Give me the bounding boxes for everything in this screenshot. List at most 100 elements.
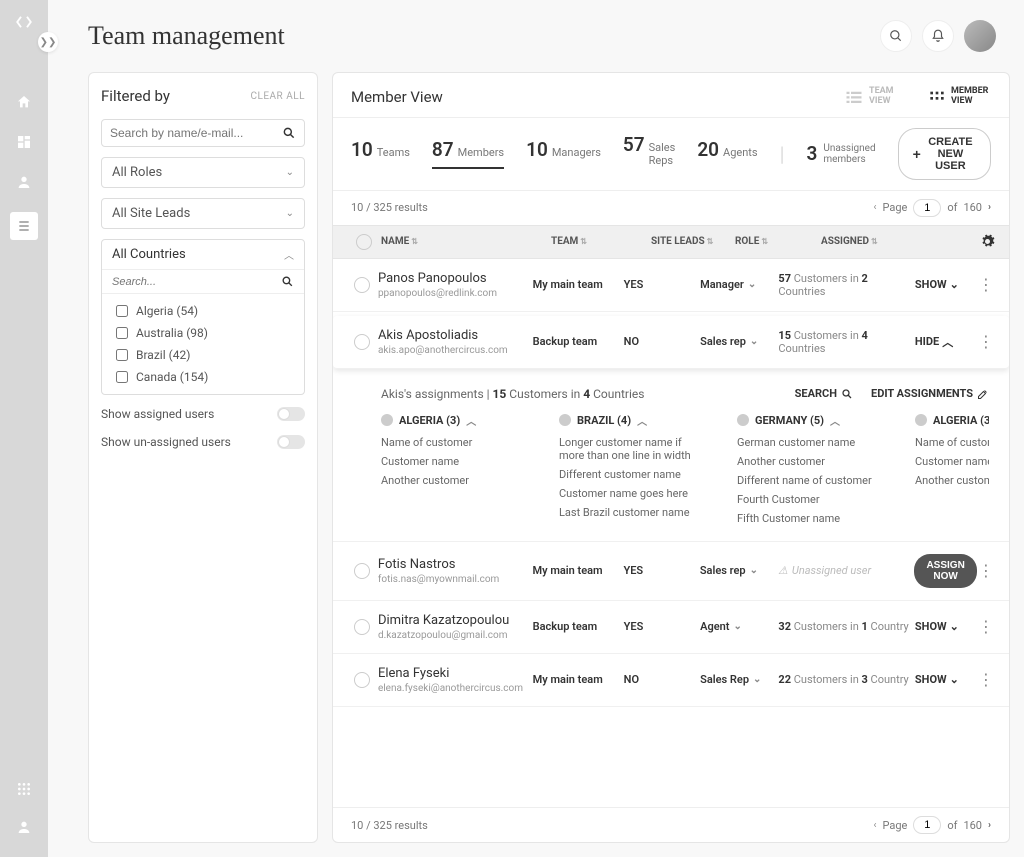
nav-dashboard[interactable]: [14, 132, 34, 152]
stat-unassigned[interactable]: 3Unassignedmembers: [806, 142, 875, 165]
customer-name: Name of customer: [915, 436, 989, 449]
assign-now-button[interactable]: ASSIGN NOW: [914, 554, 976, 588]
row-select[interactable]: [354, 277, 370, 293]
avatar[interactable]: [964, 20, 996, 52]
show-button[interactable]: SHOW ⌄: [915, 278, 977, 291]
country-checkbox[interactable]: [116, 305, 128, 317]
site-leads-select[interactable]: All Site Leads ⌄: [101, 198, 305, 229]
search-assignments-button[interactable]: SEARCH: [795, 387, 853, 400]
col-team[interactable]: TEAM⇅: [551, 236, 651, 247]
row-more-button[interactable]: ⋮: [977, 332, 995, 351]
page-input[interactable]: [913, 816, 941, 834]
col-site[interactable]: SITE LEADS⇅: [651, 236, 735, 247]
nav-profile[interactable]: [14, 817, 34, 837]
site-cell: NO: [624, 673, 700, 686]
country-group-toggle[interactable]: GERMANY (5) ︿: [737, 413, 887, 428]
countries-toggle[interactable]: All Countries ︿: [102, 240, 304, 270]
assigned-cell: 32 Customers in 1 Country: [778, 620, 915, 633]
role-cell[interactable]: Sales rep ⌄: [700, 335, 778, 348]
show-unassigned-label: Show un-assigned users: [101, 435, 231, 449]
create-new-user-button[interactable]: + CREATE NEW USER: [898, 128, 991, 180]
filter-search-input[interactable]: [110, 126, 282, 140]
search-button[interactable]: [880, 20, 912, 52]
page-title: Team management: [88, 21, 285, 51]
row-more-button[interactable]: ⋮: [977, 561, 995, 580]
member-email: ppanopoulos@redlink.com: [378, 288, 533, 299]
customer-name: Another customer: [737, 455, 887, 468]
member-view-toggle[interactable]: MEMBER VIEW: [929, 87, 991, 107]
row-more-button[interactable]: ⋮: [977, 670, 995, 689]
stats-row: 10Teams 87Members 10Managers 57Sales Reps 20…: [333, 118, 1009, 191]
pager-next[interactable]: ›: [988, 202, 991, 213]
rail-expand-button[interactable]: ❯❯: [38, 32, 58, 52]
customer-name: Customer name: [915, 455, 989, 468]
show-assigned-toggle[interactable]: [277, 407, 305, 421]
member-name: Akis Apostoliadis: [378, 328, 533, 343]
clear-all-button[interactable]: CLEAR ALL: [250, 91, 305, 102]
show-unassigned-toggle[interactable]: [277, 435, 305, 449]
table-rows: Panos Panopoulos ppanopoulos@redlink.com…: [333, 259, 1009, 807]
country-checkbox[interactable]: [116, 349, 128, 361]
country-group-toggle[interactable]: ALGERIA (3) ︿: [915, 413, 989, 428]
customer-name: Last Brazil customer name: [559, 506, 709, 519]
member-name: Elena Fyseki: [378, 666, 533, 681]
col-name[interactable]: NAME⇅: [381, 236, 551, 247]
country-group-toggle[interactable]: ALGERIA (3) ︿: [381, 413, 531, 428]
role-cell[interactable]: Sales Rep ⌄: [700, 673, 778, 686]
select-all[interactable]: [356, 234, 372, 250]
role-cell[interactable]: Manager ⌄: [700, 278, 778, 291]
roles-label: All Roles: [112, 165, 162, 180]
country-item[interactable]: Australia (98): [102, 322, 304, 344]
stat-agents[interactable]: 20Agents: [697, 138, 757, 169]
team-view-toggle[interactable]: TEAM VIEW: [845, 87, 899, 107]
stat-teams[interactable]: 10Teams: [351, 138, 410, 169]
member-email: elena.fyseki@anothercircus.com: [378, 683, 533, 694]
edit-assignments-button[interactable]: EDIT ASSIGNMENTS: [871, 387, 989, 400]
row-more-button[interactable]: ⋮: [977, 617, 995, 636]
stat-sales-reps[interactable]: 57Sales Reps: [623, 133, 675, 175]
nav-list[interactable]: [10, 212, 38, 240]
country-item[interactable]: Brazil (42): [102, 344, 304, 366]
role-cell[interactable]: Agent ⌄: [700, 620, 778, 633]
row-select[interactable]: [354, 619, 370, 635]
nav-home[interactable]: [14, 92, 34, 112]
team-cell: Backup team: [533, 620, 624, 633]
country-item[interactable]: Algeria (54): [102, 300, 304, 322]
role-cell[interactable]: Sales rep ⌄: [700, 564, 778, 577]
chevron-down-icon: ⌄: [286, 167, 294, 178]
table-settings[interactable]: [980, 234, 995, 249]
country-item[interactable]: Canada (154): [102, 366, 304, 388]
country-checkbox[interactable]: [116, 371, 128, 383]
customer-name: Customer name: [381, 455, 531, 468]
search-icon: [281, 275, 294, 288]
pager-prev[interactable]: ‹: [873, 820, 876, 831]
notifications-button[interactable]: [922, 20, 954, 52]
country-group-toggle[interactable]: BRAZIL (4) ︿: [559, 413, 709, 428]
page-of: of: [947, 201, 957, 214]
countries-search-input[interactable]: [112, 276, 281, 288]
roles-select[interactable]: All Roles ⌄: [101, 157, 305, 188]
page-input[interactable]: [913, 199, 941, 217]
nav-user[interactable]: [14, 172, 34, 192]
nav-apps[interactable]: [14, 779, 34, 799]
assignments-summary: Akis's assignments | 15 Customers in 4 C…: [381, 387, 644, 401]
row-select[interactable]: [354, 334, 370, 350]
customer-name: Fifth Customer name: [737, 512, 887, 525]
member-view-label: MEMBER VIEW: [951, 87, 991, 107]
row-select[interactable]: [354, 672, 370, 688]
chevron-up-icon: ︿: [942, 334, 953, 350]
pager-prev[interactable]: ‹: [873, 202, 876, 213]
hide-button[interactable]: HIDE ︿: [915, 334, 977, 350]
nav-logo[interactable]: [14, 12, 34, 32]
country-checkbox[interactable]: [116, 327, 128, 339]
show-button[interactable]: SHOW ⌄: [915, 620, 977, 633]
show-button[interactable]: SHOW ⌄: [915, 673, 977, 686]
stat-managers[interactable]: 10Managers: [526, 138, 601, 169]
stat-members[interactable]: 87Members: [432, 138, 504, 169]
col-assigned[interactable]: ASSIGNED⇅: [821, 236, 971, 247]
col-role[interactable]: ROLE⇅: [735, 236, 821, 247]
row-select[interactable]: [354, 563, 370, 579]
site-cell: YES: [623, 564, 699, 577]
pager-next[interactable]: ›: [988, 820, 991, 831]
row-more-button[interactable]: ⋮: [977, 275, 995, 294]
